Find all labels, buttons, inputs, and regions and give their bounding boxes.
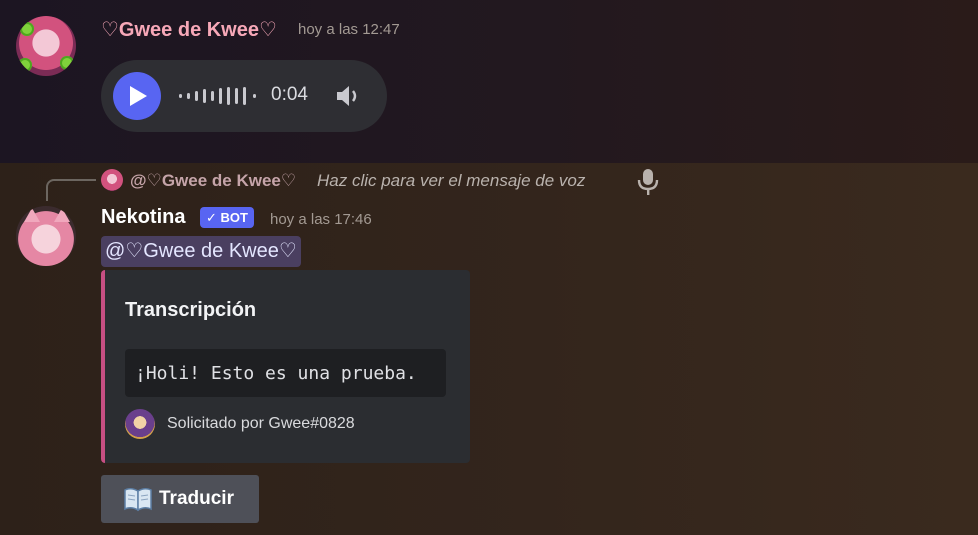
author-name[interactable]: Nekotina: [101, 206, 185, 229]
author-name[interactable]: ♡Gwee de Kwee♡: [101, 17, 277, 42]
timestamp: hoy a las 17:46: [270, 211, 372, 228]
cat-ear-decoration: [54, 208, 70, 222]
clover-decoration: [20, 22, 34, 36]
play-button[interactable]: [113, 72, 161, 120]
microphone-icon: [637, 169, 659, 195]
reply-preview-text[interactable]: Haz clic para ver el mensaje de voz: [317, 171, 585, 191]
transcription-text: ¡Holi! Esto es una prueba.: [135, 363, 417, 384]
timestamp: hoy a las 12:47: [298, 21, 400, 38]
clover-decoration: [60, 56, 74, 70]
play-icon: [130, 86, 147, 106]
reply-avatar[interactable]: [101, 169, 123, 191]
code-block: ¡Holi! Esto es una prueba.: [125, 349, 446, 397]
translate-button-label: Traducir: [159, 488, 234, 509]
embed-title: Transcripción: [125, 299, 257, 321]
voice-message-row: ♡Gwee de Kwee♡ hoy a las 12:47 0:04: [0, 0, 978, 163]
embed-footer: Solicitado por Gwee#0828: [167, 415, 355, 432]
reply-author[interactable]: @♡Gwee de Kwee♡: [130, 171, 296, 191]
bot-badge: ✓ BOT: [200, 207, 254, 228]
speaker-icon[interactable]: [335, 83, 361, 109]
cat-ear-decoration: [24, 208, 40, 222]
transcription-embed: Transcripción ¡Holi! Esto es una prueba.…: [101, 270, 470, 463]
voice-message-player: 0:04: [101, 60, 387, 132]
clover-decoration: [18, 58, 32, 72]
reply-connector: [46, 179, 96, 201]
footer-avatar: [125, 409, 155, 439]
avatar[interactable]: [16, 16, 76, 76]
voice-duration: 0:04: [271, 84, 308, 105]
avatar[interactable]: [16, 206, 76, 266]
translate-button[interactable]: Traducir: [101, 475, 259, 523]
open-book-icon: [124, 487, 152, 512]
user-mention[interactable]: @♡Gwee de Kwee♡: [101, 236, 301, 267]
